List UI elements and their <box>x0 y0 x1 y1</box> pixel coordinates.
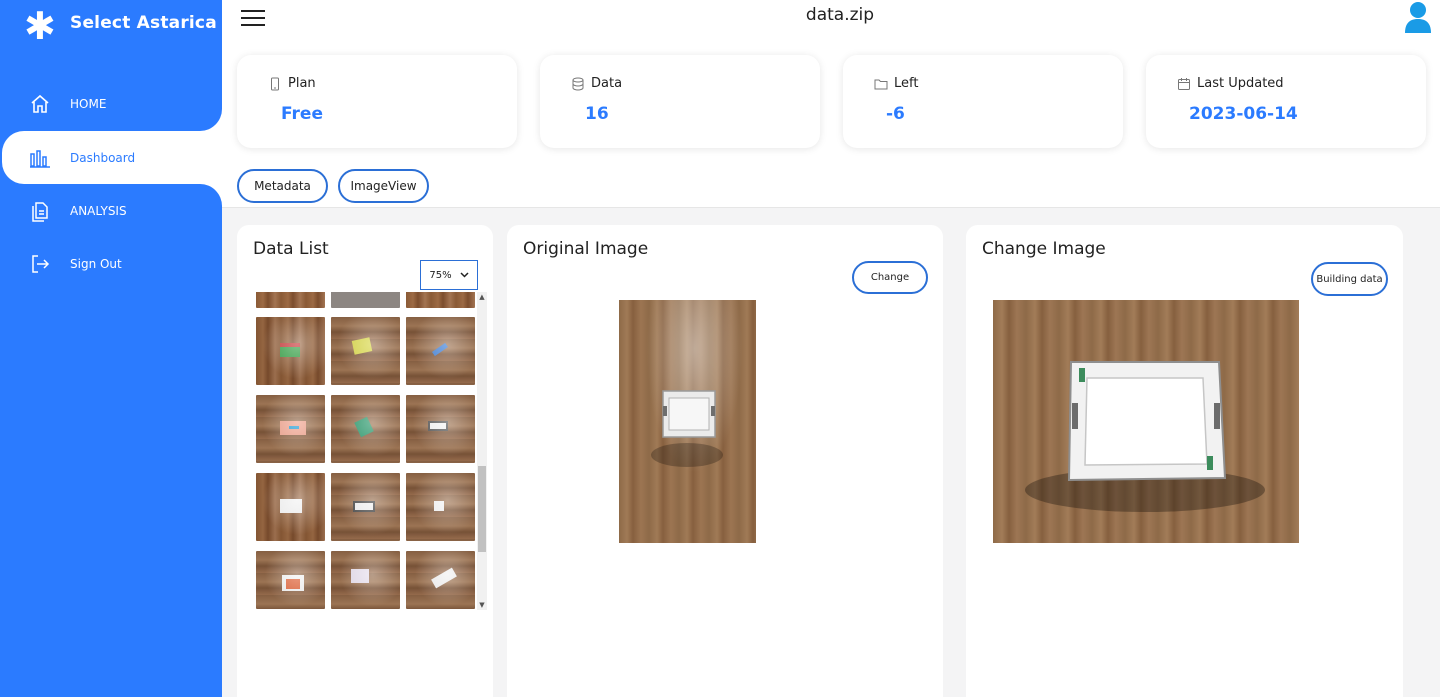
thumbnail[interactable] <box>256 292 325 308</box>
sidebar: ✱ Select Astarica HOME Dashboard ANALYSI… <box>0 0 222 697</box>
hamburger-menu-icon[interactable] <box>241 9 265 27</box>
user-avatar-icon[interactable] <box>1402 0 1434 34</box>
sidebar-item-dashboard[interactable]: Dashboard <box>2 131 222 184</box>
stat-label: Left <box>894 76 919 91</box>
stat-label: Data <box>591 76 623 91</box>
bar-chart-icon <box>28 146 52 170</box>
thumbnail[interactable] <box>331 395 400 463</box>
page-title: data.zip <box>805 5 875 25</box>
chevron-down-icon <box>460 270 469 281</box>
scroll-up-arrow-icon[interactable]: ▲ <box>477 292 487 302</box>
stat-label: Last Updated <box>1197 76 1284 91</box>
scroll-down-arrow-icon[interactable]: ▼ <box>477 600 487 610</box>
sidebar-item-home[interactable]: HOME <box>0 77 222 131</box>
sign-out-icon <box>28 252 52 276</box>
building-data-button[interactable]: Building data <box>1311 262 1388 296</box>
thumbnail[interactable] <box>331 317 400 385</box>
tab-metadata[interactable]: Metadata <box>237 169 328 203</box>
thumbnail[interactable] <box>406 551 475 609</box>
data-list-title: Data List <box>253 239 329 259</box>
thumbnail[interactable] <box>256 473 325 541</box>
sidebar-item-sign-out[interactable]: Sign Out <box>0 237 222 291</box>
documents-icon <box>28 199 52 223</box>
thumbnail[interactable] <box>406 473 475 541</box>
thumbnail[interactable] <box>406 395 475 463</box>
thumbnail[interactable] <box>331 473 400 541</box>
stat-card-last-updated: Last Updated 2023-06-14 <box>1146 55 1426 148</box>
changed-image <box>993 300 1299 543</box>
stat-value: -6 <box>886 104 905 124</box>
thumbnail[interactable] <box>406 317 475 385</box>
thumbnail-grid[interactable] <box>254 292 488 610</box>
thumbnail[interactable] <box>406 292 475 308</box>
stat-label: Plan <box>288 76 316 91</box>
stat-value: Free <box>281 104 323 124</box>
stat-card-left: Left -6 <box>843 55 1123 148</box>
sidebar-item-analysis[interactable]: ANALYSIS <box>0 184 222 238</box>
stat-value: 16 <box>585 104 609 124</box>
zoom-value: 75% <box>429 269 452 281</box>
tab-imageview[interactable]: ImageView <box>338 169 429 203</box>
stat-value: 2023-06-14 <box>1189 104 1298 124</box>
brand[interactable]: ✱ Select Astarica <box>24 4 217 48</box>
stat-card-plan: Plan Free <box>237 55 517 148</box>
folder-icon <box>874 77 888 91</box>
stat-card-data: Data 16 <box>540 55 820 148</box>
thumbnail[interactable] <box>331 551 400 609</box>
asterisk-logo-icon: ✱ <box>24 4 56 48</box>
sidebar-item-label: Sign Out <box>70 257 122 271</box>
home-icon <box>28 92 52 116</box>
phone-icon <box>268 77 282 91</box>
thumbnail[interactable] <box>256 317 325 385</box>
sidebar-item-label: HOME <box>70 97 107 111</box>
scrollbar-thumb[interactable] <box>478 466 486 552</box>
sidebar-item-label: Dashboard <box>70 150 136 165</box>
change-image-title: Change Image <box>982 239 1106 259</box>
calendar-icon <box>1177 77 1191 91</box>
database-icon <box>571 77 585 91</box>
thumbnail[interactable] <box>256 395 325 463</box>
thumbnail[interactable] <box>256 551 325 609</box>
sidebar-item-label: ANALYSIS <box>70 204 127 218</box>
change-button[interactable]: Change <box>852 261 928 294</box>
original-image-title: Original Image <box>523 239 649 259</box>
original-image <box>619 300 756 543</box>
thumbnail[interactable] <box>331 292 400 308</box>
data-list-scrollbar[interactable]: ▲ ▼ <box>477 292 487 610</box>
brand-name: Select Astarica <box>70 13 217 33</box>
zoom-select[interactable]: 75% <box>420 260 478 290</box>
